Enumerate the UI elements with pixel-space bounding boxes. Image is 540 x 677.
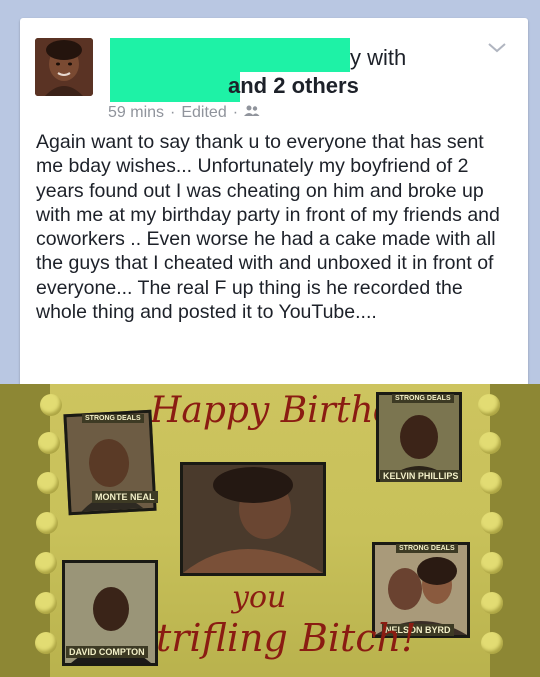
author-avatar[interactable] (35, 38, 93, 96)
label-top-left-top: STRONG DEALS (82, 414, 144, 423)
cake-photo[interactable]: Happy Birthday STRONG DEALS MONTE NEAL S… (0, 384, 540, 677)
label-top-left-bottom: MONTE NEAL (92, 491, 158, 503)
icing-dot (481, 512, 503, 534)
icing-dot (35, 592, 57, 614)
icing-dot (478, 394, 500, 416)
icing-dot (35, 632, 57, 654)
redacted-tagged-name (110, 70, 240, 102)
label-bottom-left: DAVID COMPTON (66, 646, 148, 658)
icing-dot (479, 432, 501, 454)
photo-center (180, 462, 326, 576)
icing-dot (481, 552, 503, 574)
post-card: y with and 2 others 59 mins · Edited · A… (20, 18, 528, 388)
chevron-down-icon[interactable] (486, 40, 508, 56)
icing-dot (36, 512, 58, 534)
cake-footer-line2: trifling Bitch! (156, 616, 417, 660)
photo-top-right (376, 392, 462, 482)
icing-dot (481, 592, 503, 614)
friends-icon[interactable] (244, 104, 260, 122)
post-meta: 59 mins · Edited · (108, 104, 260, 122)
icing-dot (481, 632, 503, 654)
separator: · (170, 104, 176, 121)
timestamp[interactable]: 59 mins (108, 104, 164, 122)
separator: · (232, 104, 239, 121)
icing-dot (480, 472, 502, 494)
icing-dot (38, 432, 60, 454)
icing-dot (35, 552, 57, 574)
label-top-right-bottom: KELVIN PHILLIPS (380, 470, 462, 482)
edited-link[interactable]: Edited (181, 104, 226, 122)
redacted-author-name (110, 38, 350, 72)
cake-footer-line1: you (232, 580, 287, 615)
post-body: Again want to say thank u to everyone th… (36, 131, 500, 324)
icing-dot (40, 394, 62, 416)
icing-dot (37, 472, 59, 494)
label-top-right-top: STRONG DEALS (392, 394, 454, 403)
others-link[interactable]: and 2 others (228, 70, 359, 102)
label-mid-right-top: STRONG DEALS (396, 544, 458, 553)
